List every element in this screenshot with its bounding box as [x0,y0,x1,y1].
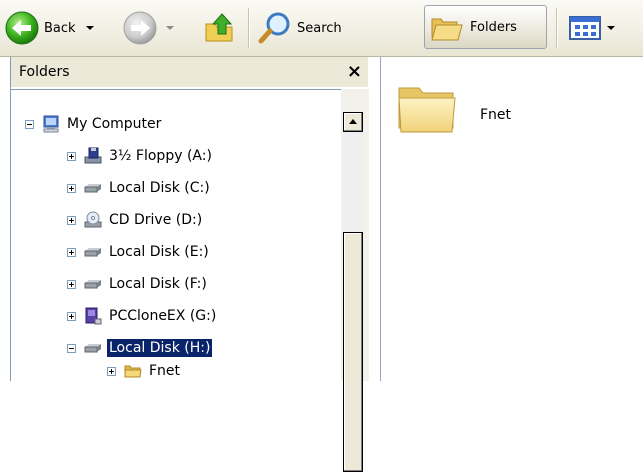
toolbar-separator [248,8,250,48]
tree-item-label: Local Disk (H:) [107,339,213,357]
pane-edge [0,57,11,381]
expand-icon[interactable] [67,247,76,257]
expand-icon[interactable] [67,311,76,321]
tree-item-label: Local Disk (F:) [109,276,207,292]
tree-item-local-disk-h[interactable]: Local Disk (H:) [67,337,213,359]
tree-item-local-disk-e[interactable]: Local Disk (E:) [67,241,211,263]
up-folder-button[interactable] [202,6,238,50]
forward-button[interactable] [122,6,174,50]
tree-item-label: 3½ Floppy (A:) [109,148,212,164]
back-arrow-icon [5,11,39,45]
forward-arrow-icon [123,11,157,45]
expand-icon[interactable] [67,215,76,225]
tree-item-fnet[interactable]: Fnet [107,360,182,382]
search-icon [258,12,290,44]
scrollbar-thumb[interactable] [343,232,363,472]
cd-drive-icon [84,211,102,228]
tree-item-floppy[interactable]: 3½ Floppy (A:) [67,145,214,167]
tree-item-label: Local Disk (E:) [109,244,209,260]
folders-pane-title: Folders [19,64,70,80]
tree-item-label: PCCloneEX (G:) [109,308,217,324]
tree-item-local-disk-f[interactable]: Local Disk (F:) [67,273,209,295]
folders-pane-header: Folders × [11,57,368,88]
folder-icon [398,87,456,133]
folder-contents-pane: Fnet [381,57,643,381]
chevron-down-icon[interactable] [607,26,615,30]
tree-item-my-computer[interactable]: My Computer [25,113,163,135]
tree-item-label: My Computer [67,116,162,132]
scrollbar-track[interactable] [343,132,363,232]
folder-icon [124,365,142,378]
toolbar-separator [556,8,558,48]
views-icon [569,16,601,40]
tree-item-pccloneex-g[interactable]: PCCloneEX (G:) [67,305,218,327]
expand-icon[interactable] [67,151,76,161]
folders-label: Folders [470,19,517,35]
expand-icon[interactable] [107,366,116,376]
back-label: Back [44,20,76,36]
folders-icon [431,18,463,41]
tree-item-label: Local Disk (C:) [109,180,210,196]
tree-item-cd-drive-d[interactable]: CD Drive (D:) [67,209,204,231]
vertical-scrollbar[interactable] [341,89,369,472]
hard-disk-icon [84,248,101,257]
chevron-down-icon[interactable] [85,26,94,30]
computer-icon [43,115,59,133]
expand-icon[interactable] [67,279,76,289]
views-button[interactable] [567,6,615,50]
up-folder-icon [205,13,233,42]
search-label: Search [297,20,342,36]
hard-disk-icon [84,280,101,289]
toolbar: Back Search Folders [0,0,643,57]
floppy-drive-icon [84,147,102,164]
removable-drive-icon [85,307,102,325]
collapse-icon[interactable] [67,343,76,353]
hard-disk-icon [84,344,101,353]
tree-item-local-disk-c[interactable]: Local Disk (C:) [67,177,212,199]
tree-item-label: Fnet [149,363,181,379]
search-button[interactable]: Search [257,6,342,50]
chevron-down-icon[interactable] [166,26,174,30]
expand-icon[interactable] [67,183,76,193]
folders-button[interactable]: Folders [424,5,547,49]
back-button[interactable]: Back [4,6,94,50]
collapse-icon[interactable] [25,119,34,129]
folder-item-label: Fnet [480,107,512,123]
folder-tree: My Computer 3½ Floppy (A:) Local Disk (C… [11,89,341,382]
close-icon[interactable]: × [347,62,362,82]
tree-item-label: CD Drive (D:) [109,212,203,228]
scroll-up-button[interactable] [343,112,363,132]
hard-disk-icon [84,184,101,193]
